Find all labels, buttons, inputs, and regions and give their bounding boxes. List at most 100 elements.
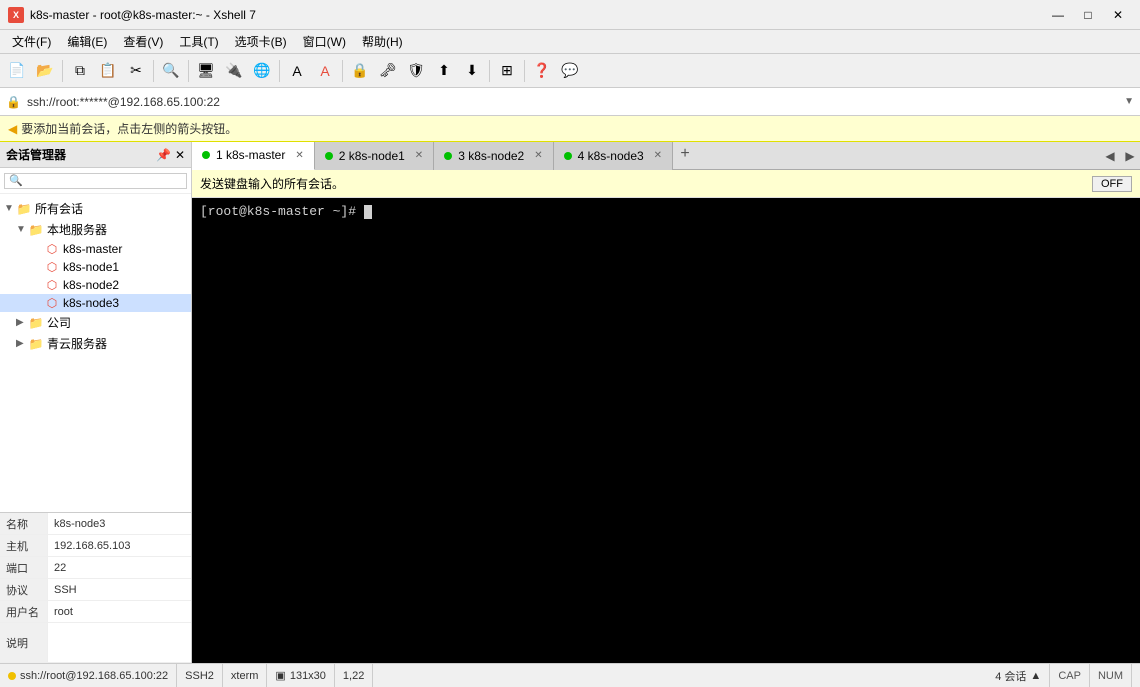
- status-connection-dot: [8, 672, 16, 680]
- tree-item-company[interactable]: ▶ 📁 公司: [0, 312, 191, 333]
- toolbar-sep-3: [188, 60, 189, 82]
- tree-label: 公司: [47, 314, 71, 331]
- broadcast-text: 发送键盘输入的所有会话。: [200, 175, 344, 192]
- tab-status-dot: [444, 152, 452, 160]
- toolbar-lock[interactable]: 🔒: [347, 58, 373, 84]
- status-dimensions-text: 131x30: [290, 670, 326, 682]
- menu-tabs[interactable]: 选项卡(B): [227, 31, 295, 53]
- toolbar-color[interactable]: A: [312, 58, 338, 84]
- toolbar-sep-7: [524, 60, 525, 82]
- main-layout: 会话管理器 📌 ✕ ▼ 📁 所有会话 ▼ 📁 本地服务器: [0, 142, 1140, 663]
- broadcast-off-button[interactable]: OFF: [1092, 176, 1132, 192]
- toolbar-key[interactable]: 🗝: [375, 58, 401, 84]
- sidebar-title: 会话管理器: [6, 146, 66, 163]
- toolbar-chat[interactable]: 💬: [557, 58, 583, 84]
- status-ssh-label: SSH2: [185, 670, 214, 682]
- info-value-host: 192.168.65.103: [48, 535, 191, 556]
- toolbar-globe[interactable]: 🌐: [249, 58, 275, 84]
- tab-nav-prev[interactable]: ◀: [1100, 143, 1120, 169]
- address-bar: 🔒 ssh://root:******@192.168.65.100:22 ▼: [0, 88, 1140, 116]
- tree-item-k8s-master[interactable]: ⬡ k8s-master: [0, 240, 191, 258]
- status-sessions[interactable]: 4 会话 ▲: [987, 664, 1050, 687]
- expand-icon: ▼: [16, 224, 28, 235]
- tab-close-icon[interactable]: ✕: [534, 150, 542, 161]
- status-cap: CAP: [1050, 664, 1090, 687]
- toolbar-security[interactable]: 🛡: [403, 58, 429, 84]
- toolbar-sep-6: [489, 60, 490, 82]
- toolbar-find[interactable]: 🔍: [158, 58, 184, 84]
- toolbar-upload[interactable]: ⬆: [431, 58, 457, 84]
- tab-close-icon[interactable]: ✕: [415, 150, 423, 161]
- close-button[interactable]: ✕: [1104, 4, 1132, 26]
- info-label-protocol: 协议: [0, 579, 48, 600]
- status-protocol: SSH2: [177, 664, 223, 687]
- hint-arrow-icon: ◀: [8, 122, 17, 136]
- menu-edit[interactable]: 编辑(E): [59, 31, 115, 53]
- tab-status-dot: [564, 152, 572, 160]
- sidebar-header-icons: 📌 ✕: [156, 148, 185, 162]
- tab-k8s-node1[interactable]: 2 k8s-node1 ✕: [315, 142, 434, 170]
- search-input[interactable]: [4, 173, 187, 189]
- tab-label: 3 k8s-node2: [458, 149, 524, 163]
- address-dropdown-icon[interactable]: ▼: [1124, 96, 1134, 107]
- toolbar-new[interactable]: 📄: [4, 58, 30, 84]
- toolbar-cut[interactable]: ✂: [123, 58, 149, 84]
- sidebar: 会话管理器 📌 ✕ ▼ 📁 所有会话 ▼ 📁 本地服务器: [0, 142, 192, 663]
- tab-add-button[interactable]: +: [673, 142, 697, 166]
- menu-file[interactable]: 文件(F): [4, 31, 59, 53]
- tab-status-dot: [202, 151, 210, 159]
- tab-label: 2 k8s-node1: [339, 149, 405, 163]
- tree-item-k8s-node1[interactable]: ⬡ k8s-node1: [0, 258, 191, 276]
- info-value-port: 22: [48, 557, 191, 578]
- tree-item-cloud[interactable]: ▶ 📁 青云服务器: [0, 333, 191, 354]
- info-label-port: 端口: [0, 557, 48, 578]
- tab-k8s-master[interactable]: 1 k8s-master ✕: [192, 142, 315, 170]
- info-value-protocol: SSH: [48, 579, 191, 600]
- session-info-panel: 名称 k8s-node3 主机 192.168.65.103 端口 22 协议 …: [0, 512, 191, 663]
- status-sessions-text: 4 会话: [995, 668, 1026, 684]
- tab-nav-next[interactable]: ▶: [1120, 143, 1140, 169]
- toolbar-help[interactable]: ❓: [529, 58, 555, 84]
- toolbar-open[interactable]: 📂: [32, 58, 58, 84]
- toolbar-sep-4: [279, 60, 280, 82]
- tree-item-k8s-node3[interactable]: ⬡ k8s-node3: [0, 294, 191, 312]
- tab-close-icon[interactable]: ✕: [654, 150, 662, 161]
- info-label-desc: 说明: [0, 623, 48, 662]
- hint-bar: ◀ 要添加当前会话，点击左侧的箭头按钮。: [0, 116, 1140, 142]
- toolbar-paste[interactable]: 📋: [95, 58, 121, 84]
- maximize-button[interactable]: □: [1074, 4, 1102, 26]
- tab-k8s-node3[interactable]: 4 k8s-node3 ✕: [554, 142, 673, 170]
- menu-tools[interactable]: 工具(T): [171, 31, 226, 53]
- sidebar-close-icon[interactable]: ✕: [175, 148, 185, 162]
- menu-view[interactable]: 查看(V): [115, 31, 171, 53]
- hint-text: 要添加当前会话，点击左侧的箭头按钮。: [21, 120, 237, 137]
- tab-k8s-node2[interactable]: 3 k8s-node2 ✕: [434, 142, 553, 170]
- toolbar-connect[interactable]: 🔌: [221, 58, 247, 84]
- info-value-desc: [48, 623, 191, 662]
- toolbar-download[interactable]: ⬇: [459, 58, 485, 84]
- toolbar-grid[interactable]: ⊞: [494, 58, 520, 84]
- sidebar-search: [0, 168, 191, 194]
- tree-item-local-servers[interactable]: ▼ 📁 本地服务器: [0, 219, 191, 240]
- info-row-port: 端口 22: [0, 557, 191, 579]
- toolbar-font[interactable]: A: [284, 58, 310, 84]
- tab-close-icon[interactable]: ✕: [295, 150, 303, 161]
- status-num: NUM: [1090, 664, 1132, 687]
- info-row-host: 主机 192.168.65.103: [0, 535, 191, 557]
- toolbar-sep-2: [153, 60, 154, 82]
- tree-item-all-sessions[interactable]: ▼ 📁 所有会话: [0, 198, 191, 219]
- terminal-prompt: [root@k8s-master ~]#: [200, 204, 364, 219]
- window-title: k8s-master - root@k8s-master:~ - Xshell …: [30, 8, 256, 22]
- terminal-area[interactable]: [root@k8s-master ~]#: [192, 198, 1140, 663]
- menu-help[interactable]: 帮助(H): [354, 31, 411, 53]
- sidebar-pin-icon[interactable]: 📌: [156, 148, 171, 162]
- menu-window[interactable]: 窗口(W): [295, 31, 354, 53]
- minimize-button[interactable]: —: [1044, 4, 1072, 26]
- info-label-host: 主机: [0, 535, 48, 556]
- tree-item-k8s-node2[interactable]: ⬡ k8s-node2: [0, 276, 191, 294]
- toolbar-session-new[interactable]: 🖥: [193, 58, 219, 84]
- tab-label: 1 k8s-master: [216, 148, 285, 162]
- sidebar-tree: ▼ 📁 所有会话 ▼ 📁 本地服务器 ⬡ k8s-master ⬡ k8s-no: [0, 194, 191, 512]
- toolbar-copy[interactable]: ⧉: [67, 58, 93, 84]
- tree-label: k8s-master: [63, 242, 122, 256]
